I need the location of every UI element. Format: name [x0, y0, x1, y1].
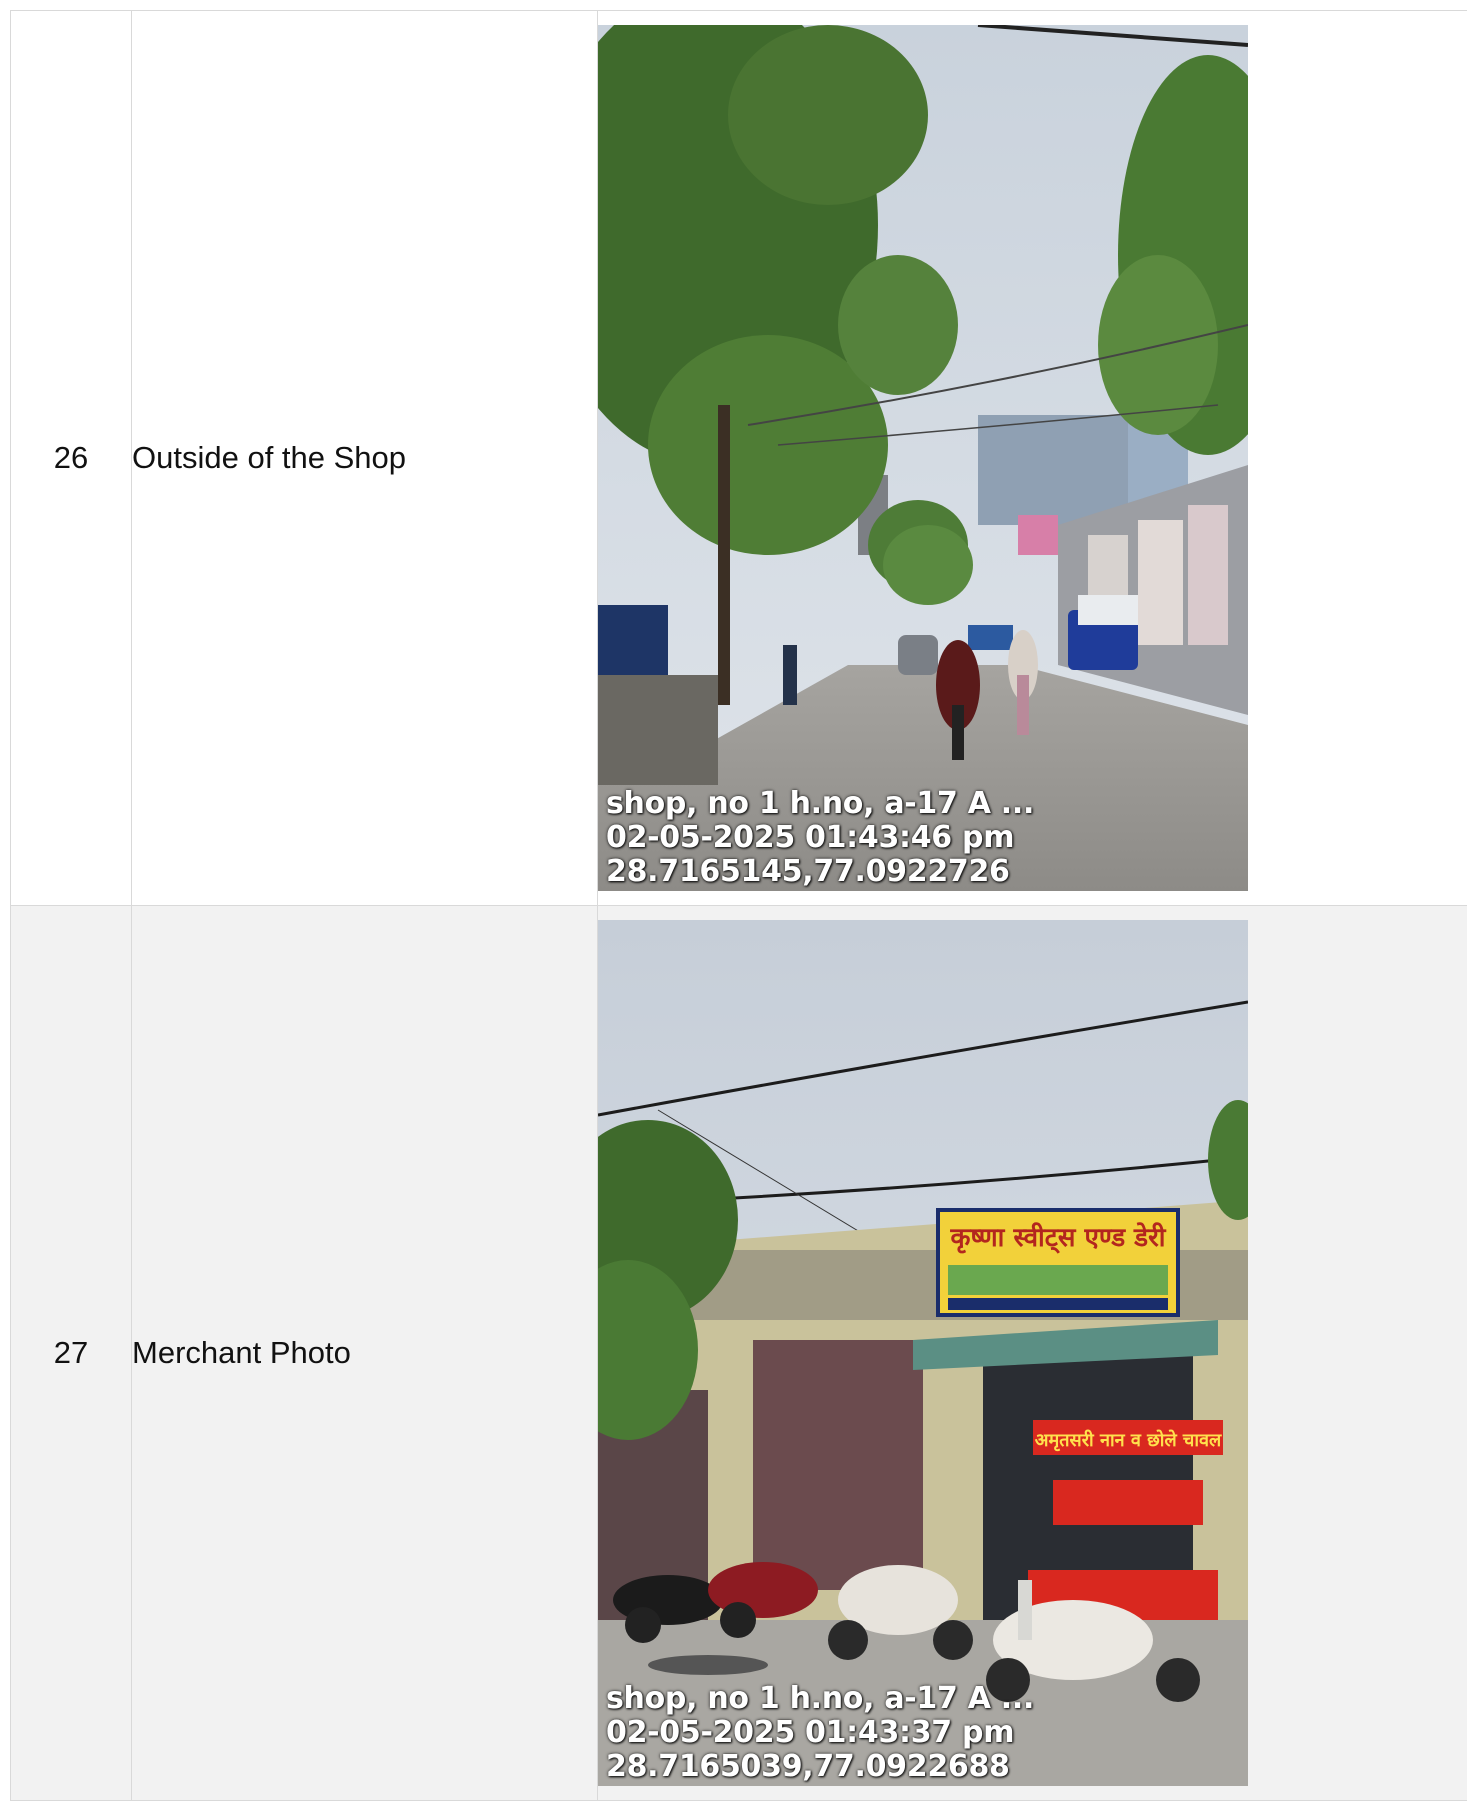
shopfront-scene-image: कृष्णा स्वीट्स एण्ड डेरी अमृतसरी नान व छ… [598, 920, 1248, 1786]
street-photo[interactable]: shop, no 1 h.no, a-17 A ... 02-05-2025 0… [598, 25, 1248, 891]
photo-stamp: shop, no 1 h.no, a-17 A ... 02-05-2025 0… [606, 1682, 1034, 1784]
photo-cell: कृष्णा स्वीट्स एण्ड डेरी अमृतसरी नान व छ… [598, 906, 1467, 1801]
stamp-coordinates: 28.7165145,77.0922726 [606, 855, 1034, 889]
stamp-coordinates: 28.7165039,77.0922688 [606, 1750, 1034, 1784]
merchant-photo[interactable]: कृष्णा स्वीट्स एण्ड डेरी अमृतसरी नान व छ… [598, 920, 1248, 1786]
table-row: 26 Outside of the Shop [11, 11, 1467, 906]
photo-report-table: 26 Outside of the Shop [10, 10, 1467, 1801]
stamp-address: shop, no 1 h.no, a-17 A ... [606, 787, 1034, 821]
table-row: 27 Merchant Photo [11, 906, 1467, 1801]
stamp-address: shop, no 1 h.no, a-17 A ... [606, 1682, 1034, 1716]
signboard-text: कृष्णा स्वीट्स एण्ड डेरी [950, 1222, 1167, 1254]
row-label: Outside of the Shop [132, 11, 598, 906]
row-label: Merchant Photo [132, 906, 598, 1801]
photo-cell: shop, no 1 h.no, a-17 A ... 02-05-2025 0… [598, 11, 1467, 906]
street-scene-image [598, 25, 1248, 891]
stall-sign-text: अमृतसरी नान व छोले चावल [1035, 1429, 1222, 1452]
row-number: 27 [11, 906, 132, 1801]
photo-stamp: shop, no 1 h.no, a-17 A ... 02-05-2025 0… [606, 787, 1034, 889]
stamp-datetime: 02-05-2025 01:43:46 pm [606, 821, 1034, 855]
stamp-datetime: 02-05-2025 01:43:37 pm [606, 1716, 1034, 1750]
row-number: 26 [11, 11, 132, 906]
